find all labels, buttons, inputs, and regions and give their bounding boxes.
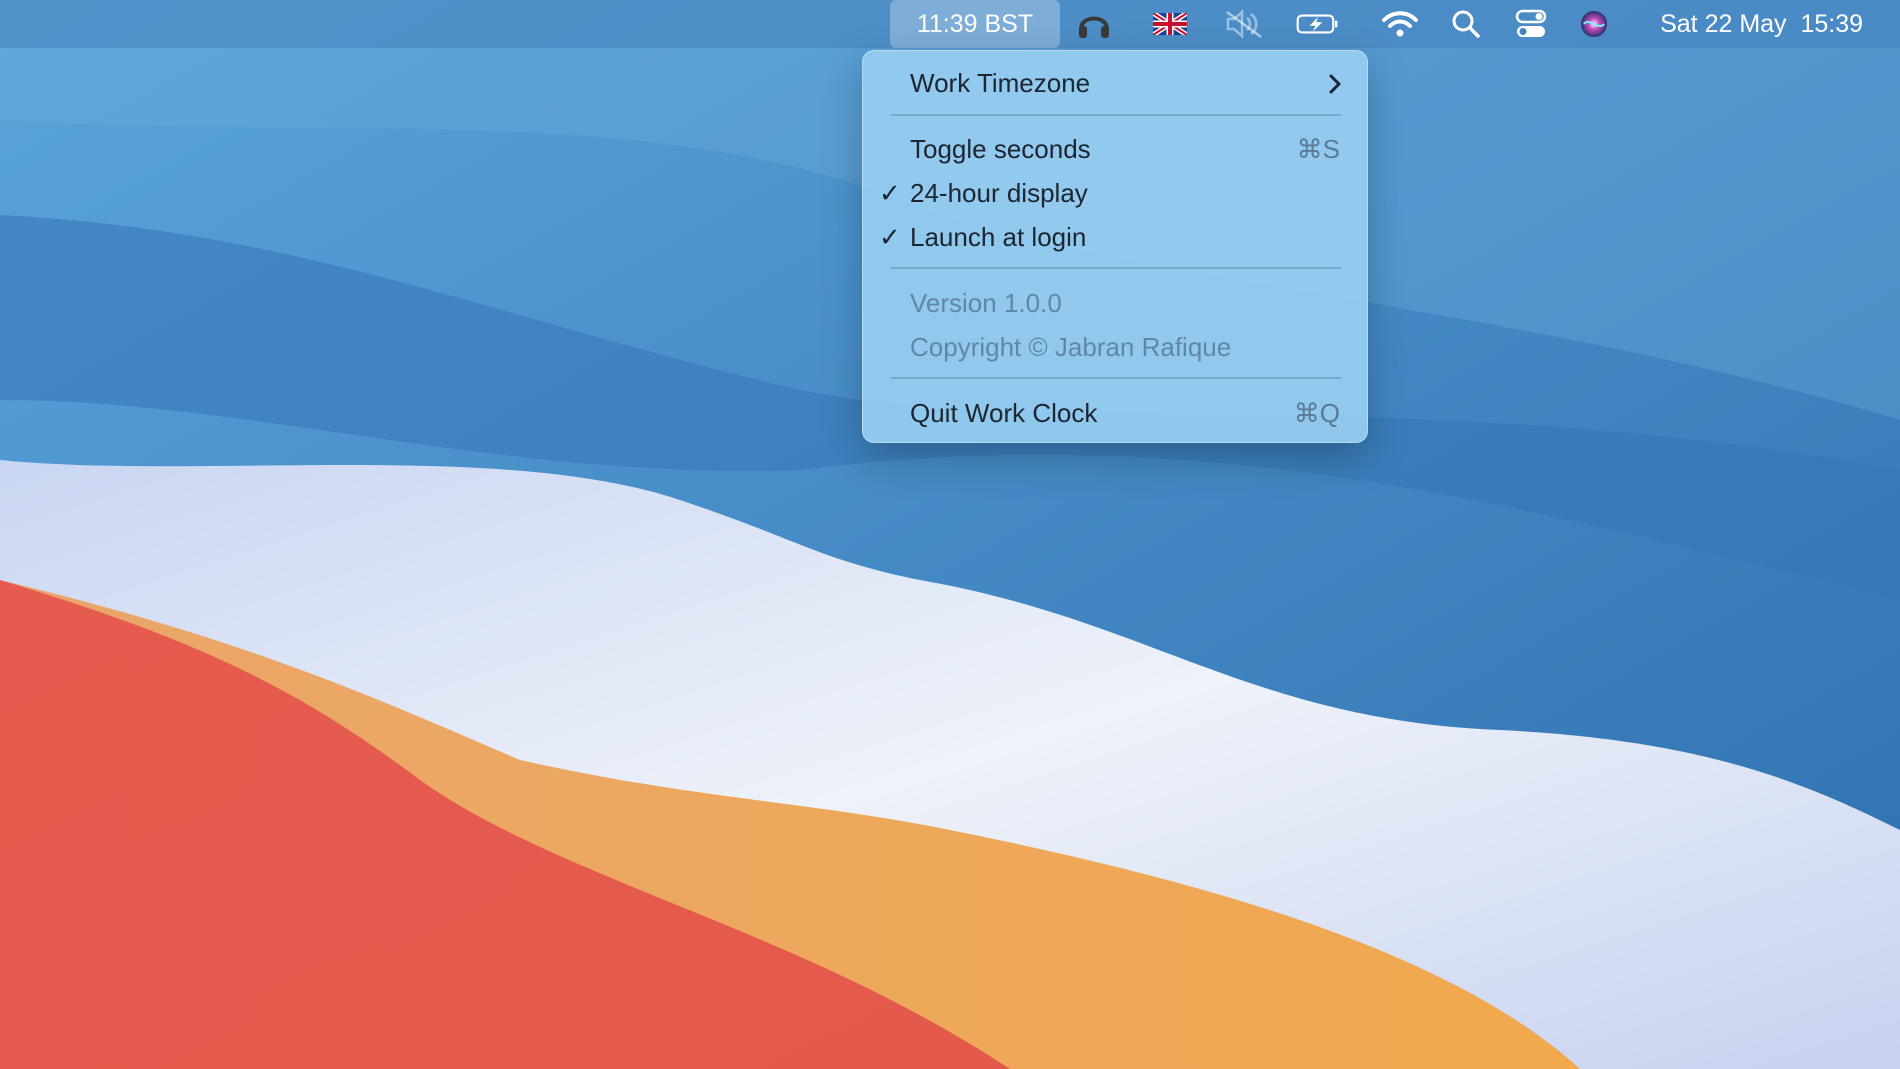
datetime-text: Sat 22 May 15:39 bbox=[1660, 9, 1863, 38]
menu-item-label: Quit Work Clock bbox=[910, 398, 1098, 428]
menu-item-label: 24-hour display bbox=[910, 178, 1088, 208]
siri-icon[interactable] bbox=[1572, 0, 1616, 48]
battery-charging-icon[interactable] bbox=[1296, 0, 1340, 48]
shortcut-cmd-s: ⌘S bbox=[1296, 134, 1340, 164]
menubar-datetime[interactable]: Sat 22 May 15:39 bbox=[1613, 0, 1863, 48]
shortcut-cmd-q: ⌘Q bbox=[1293, 398, 1340, 428]
menu-item-label: Toggle seconds bbox=[910, 134, 1091, 164]
uk-flag-icon[interactable] bbox=[1148, 0, 1192, 48]
menu-separator bbox=[891, 267, 1341, 269]
work-clock-menu: Work Timezone Toggle seconds ⌘S ✓ 24-hou… bbox=[862, 50, 1368, 443]
wifi-icon[interactable] bbox=[1378, 0, 1422, 48]
checkmark-icon: ✓ bbox=[879, 222, 901, 252]
checkmark-icon: ✓ bbox=[879, 178, 901, 208]
control-center-icon[interactable] bbox=[1509, 0, 1553, 48]
menu-item-copyright: Copyright © Jabran Rafique bbox=[862, 325, 1368, 369]
menu-item-version: Version 1.0.0 bbox=[862, 281, 1368, 325]
menu-item-label: Version 1.0.0 bbox=[910, 288, 1062, 318]
headphones-icon[interactable] bbox=[1072, 0, 1116, 48]
menu-item-label: Copyright © Jabran Rafique bbox=[910, 332, 1232, 362]
speaker-muted-icon[interactable] bbox=[1222, 0, 1266, 48]
desktop: 11:39 BST Sat 22 May 15:39 Work Timezone… bbox=[0, 0, 1900, 1069]
menu-item-launch-at-login[interactable]: ✓ Launch at login bbox=[862, 215, 1368, 259]
menu-item-toggle-seconds[interactable]: Toggle seconds ⌘S bbox=[862, 127, 1368, 171]
search-icon[interactable] bbox=[1444, 0, 1488, 48]
menu-item-quit[interactable]: Quit Work Clock ⌘Q bbox=[862, 391, 1368, 435]
menu-item-label: Launch at login bbox=[910, 222, 1087, 252]
menu-separator bbox=[891, 377, 1341, 379]
work-clock-time: 11:39 BST bbox=[916, 9, 1034, 38]
menu-bar: 11:39 BST Sat 22 May 15:39 bbox=[0, 0, 1900, 48]
menu-item-work-timezone[interactable]: Work Timezone bbox=[862, 61, 1368, 105]
chevron-right-icon bbox=[1329, 74, 1341, 94]
menu-separator bbox=[891, 114, 1341, 116]
work-clock-status-item[interactable]: 11:39 BST bbox=[890, 0, 1060, 48]
menu-item-24-hour-display[interactable]: ✓ 24-hour display bbox=[862, 171, 1368, 215]
menu-item-label: Work Timezone bbox=[910, 68, 1091, 98]
